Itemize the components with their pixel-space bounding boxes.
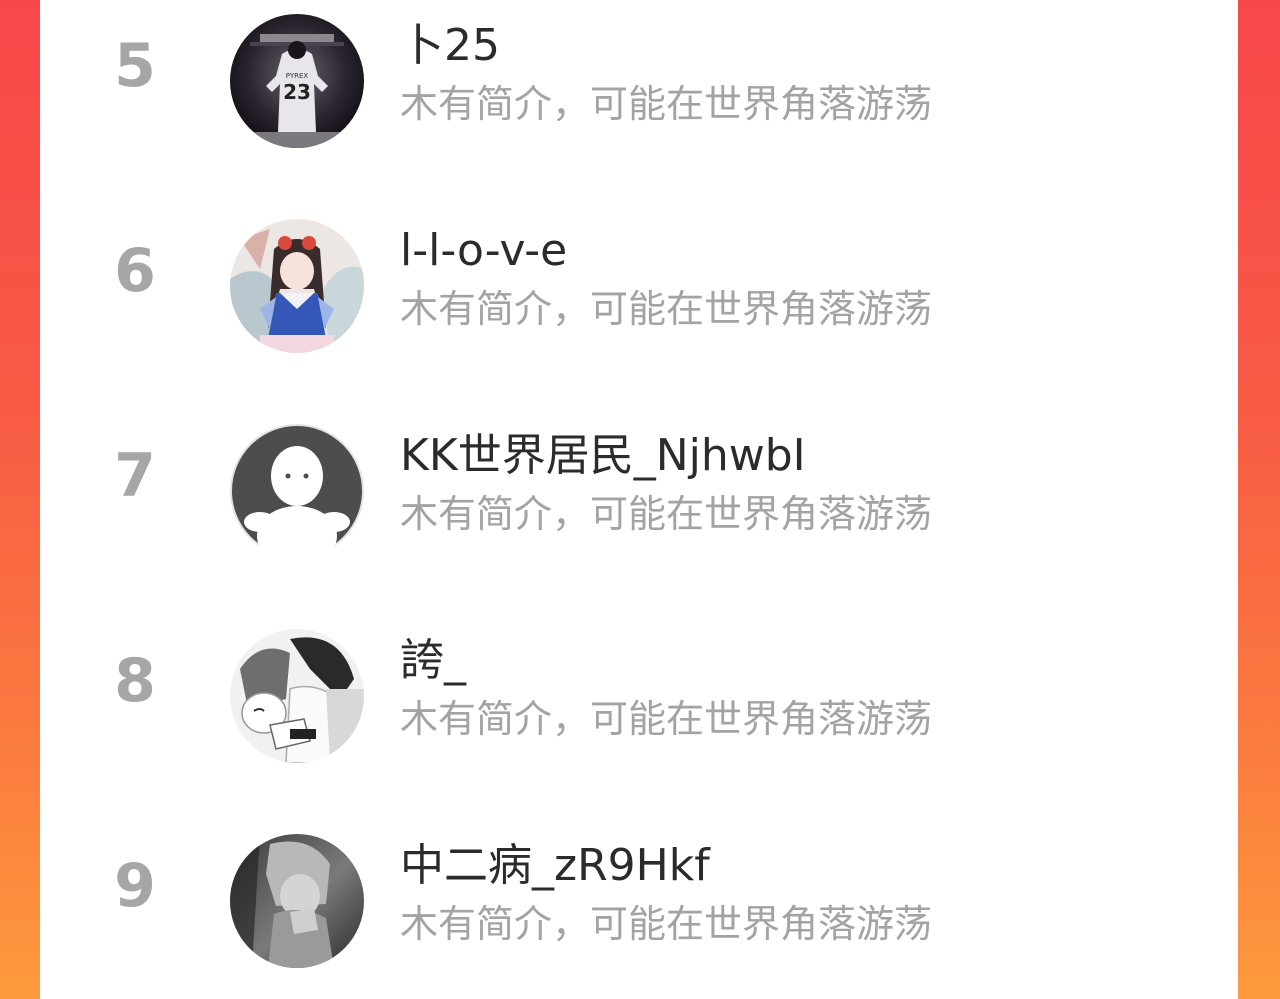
avatar[interactable]: [230, 219, 364, 353]
jersey-number-text: 23: [283, 80, 311, 104]
avatar[interactable]: [230, 834, 364, 968]
user-name[interactable]: l-l-o-v-e: [400, 221, 567, 281]
user-name[interactable]: 中二病_zR9Hkf: [400, 836, 710, 896]
user-name[interactable]: KK世界居民_NjhwbI: [400, 426, 806, 486]
rank-number: 5: [114, 31, 156, 101]
avatar[interactable]: [230, 629, 364, 763]
user-bio: 木有简介，可能在世界角落游荡: [400, 82, 933, 126]
list-item[interactable]: 5 PYREX 23 卜25 木有简介，可能在世界角落游荡: [40, 0, 1238, 160]
user-bio: 木有简介，可能在世界角落游荡: [400, 287, 933, 331]
user-bio: 木有简介，可能在世界角落游荡: [400, 902, 933, 946]
list-item[interactable]: 8 誇_ 木有简介，可能在世界角落游荡: [40, 615, 1238, 775]
rank-number: 7: [114, 441, 156, 511]
jersey-name-text: PYREX: [286, 72, 309, 80]
list-item[interactable]: 7 KK世界居民_NjhwbI 木有简介，可能在世界角落游荡: [40, 410, 1238, 570]
rank-number: 9: [114, 851, 156, 921]
user-bio: 木有简介，可能在世界角落游荡: [400, 492, 933, 536]
rank-number: 6: [114, 236, 156, 306]
rank-number: 8: [114, 646, 156, 716]
ranking-list: 5 PYREX 23 卜25 木有简介，可能在世界角落游荡 6 l-l-o-v-…: [40, 0, 1238, 999]
avatar[interactable]: PYREX 23: [230, 14, 364, 148]
user-name[interactable]: 誇_: [400, 631, 466, 691]
list-item[interactable]: 6 l-l-o-v-e 木有简介，可能在世界角落游荡: [40, 205, 1238, 365]
user-name[interactable]: 卜25: [400, 16, 500, 76]
user-bio: 木有简介，可能在世界角落游荡: [400, 697, 933, 741]
list-item[interactable]: 9 中二病_zR9Hkf 木有简介，可能在世界角落游荡: [40, 820, 1238, 980]
avatar[interactable]: [230, 424, 364, 558]
